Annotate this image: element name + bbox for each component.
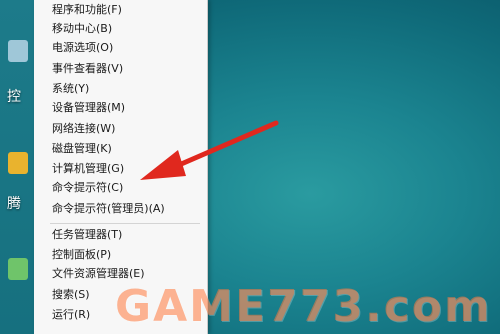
arrow-shaft (169, 120, 279, 171)
watermark-text: GAME773.com (115, 281, 492, 332)
watermark: GAME773.com (115, 280, 500, 334)
arrow-head (140, 150, 186, 180)
